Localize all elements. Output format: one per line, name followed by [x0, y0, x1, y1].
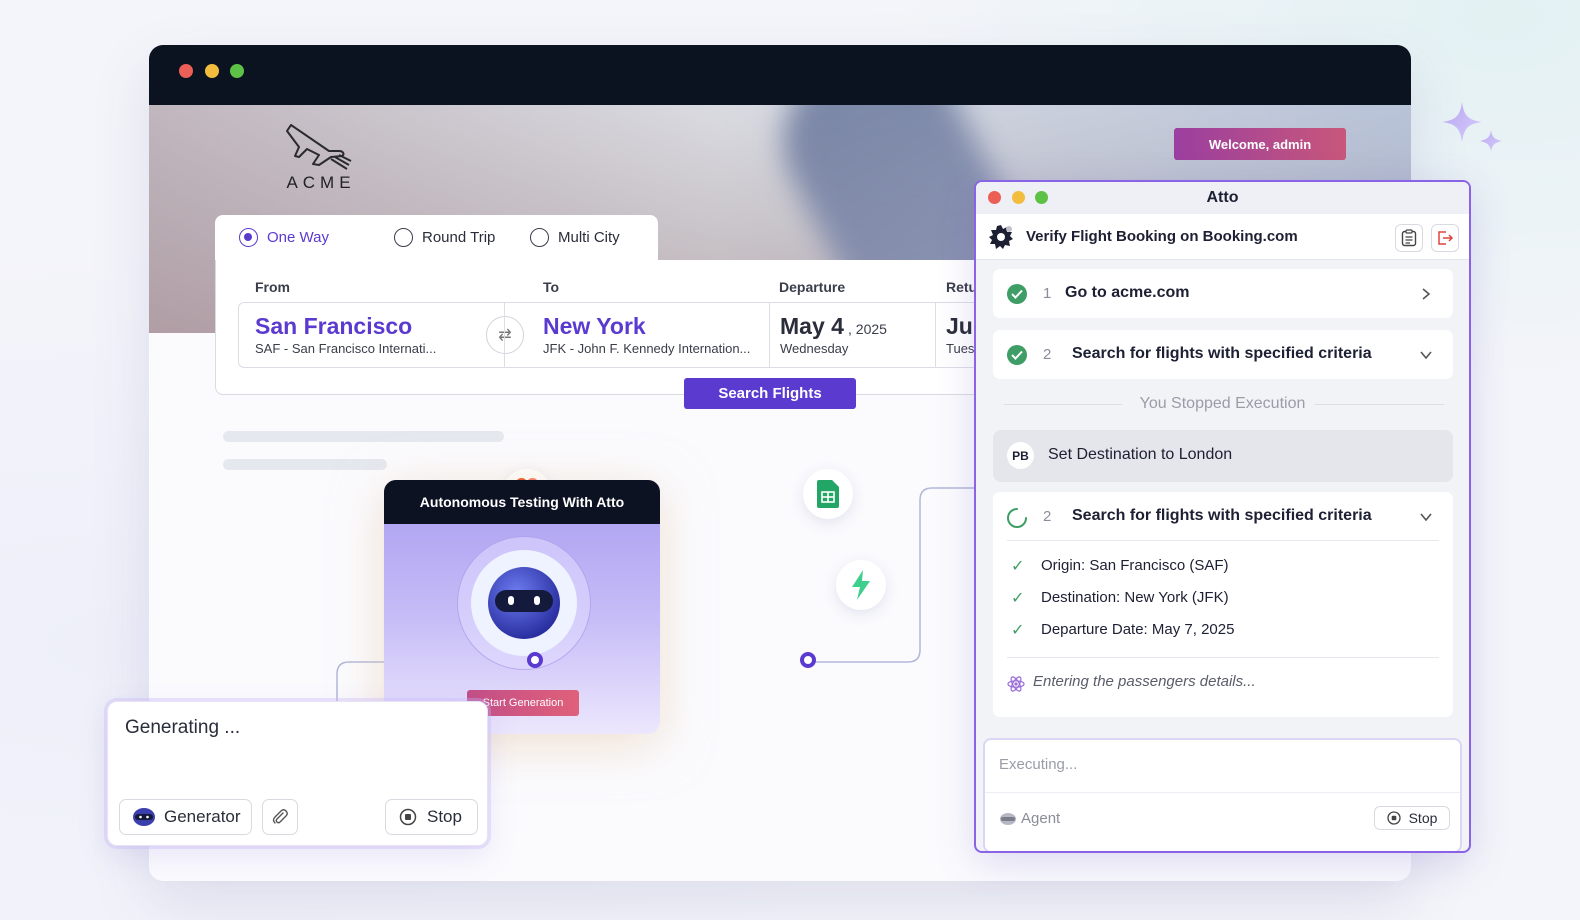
step-text: Search for flights with specified criter…: [1072, 345, 1372, 362]
generating-status: Generating ...: [125, 717, 241, 738]
gear-icon: [989, 225, 1013, 249]
step-text: Go to acme.com: [1065, 284, 1190, 301]
bolt-icon: [836, 560, 886, 610]
google-sheets-icon: [803, 469, 853, 519]
check-circle-icon: [1007, 284, 1027, 304]
task-title: Verify Flight Booking on Booking.com: [1026, 228, 1298, 245]
flow-node-right: [800, 652, 816, 668]
step-row[interactable]: 1 Go to acme.com: [993, 269, 1453, 318]
stop-label: Stop: [1408, 810, 1438, 826]
avatar: PB: [1007, 442, 1034, 469]
user-message: PB Set Destination to London: [993, 430, 1453, 482]
step-number: 2: [1043, 346, 1052, 363]
user-message-text: Set Destination to London: [1048, 446, 1233, 463]
stop-button[interactable]: Stop: [385, 799, 478, 835]
exit-button[interactable]: [1431, 224, 1459, 252]
agent-selector[interactable]: Agent: [999, 810, 1060, 827]
generator-label: Generator: [164, 807, 241, 826]
stop-button[interactable]: Stop: [1374, 806, 1450, 830]
autonomous-testing-card: Autonomous Testing With Atto Start Gener…: [384, 480, 660, 734]
input-placeholder: Executing...: [999, 756, 1078, 773]
command-input[interactable]: Executing... Agent Stop: [983, 738, 1462, 851]
active-step-header[interactable]: 2 Search for flights with specified crit…: [993, 492, 1453, 540]
robot-icon: [488, 567, 560, 639]
robot-icon: [133, 808, 155, 826]
paperclip-icon: [272, 809, 288, 824]
generator-button[interactable]: Generator: [119, 799, 252, 835]
stop-icon: [399, 808, 417, 826]
clipboard-button[interactable]: [1395, 224, 1423, 252]
stop-icon: [1386, 811, 1401, 825]
check-circle-icon: [1007, 345, 1027, 365]
atto-avatar: [457, 536, 591, 670]
atto-title: Atto: [1206, 189, 1239, 206]
generator-panel: Generating ... Generator Stop: [107, 701, 488, 846]
exit-icon: [1438, 231, 1454, 245]
stop-label: Stop: [427, 807, 462, 826]
progress-text: Entering the passengers details...: [1033, 673, 1256, 690]
task-header: Verify Flight Booking on Booking.com: [976, 214, 1469, 260]
step-row[interactable]: 2 Search for flights with specified crit…: [993, 330, 1453, 379]
agent-label: Agent: [1021, 810, 1061, 827]
clipboard-icon: [1401, 229, 1417, 247]
chevron-right-icon: [1422, 288, 1431, 300]
atto-panel: Atto Verify Flight Booking on Booking.co…: [974, 180, 1471, 853]
stopped-execution-divider: You Stopped Execution: [1139, 395, 1306, 412]
chevron-down-icon: [1420, 351, 1432, 360]
step-text: Search for flights with specified criter…: [1072, 507, 1372, 524]
step-number: 2: [1043, 508, 1052, 525]
active-step-card: 2 Search for flights with specified crit…: [993, 492, 1453, 717]
step-number: 1: [1043, 285, 1052, 302]
attach-button[interactable]: [262, 799, 298, 835]
flow-node-left: [527, 652, 543, 668]
chevron-down-icon: [1420, 513, 1432, 522]
atom-icon: [1007, 676, 1025, 692]
robot-icon: [1000, 812, 1016, 825]
card-title: Autonomous Testing With Atto: [384, 480, 660, 524]
loading-spinner-icon: [1007, 508, 1027, 528]
